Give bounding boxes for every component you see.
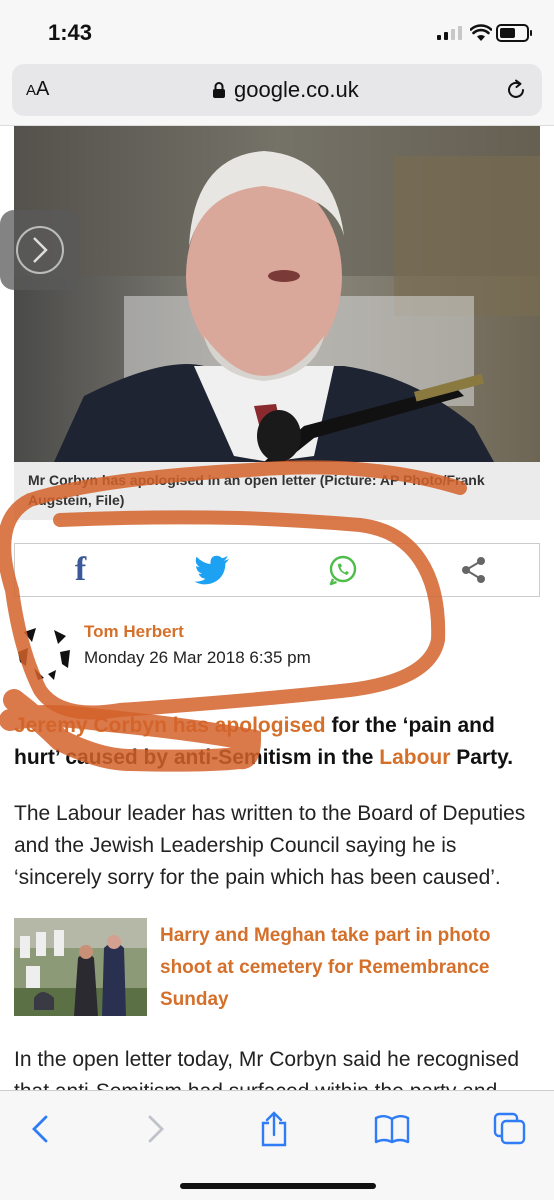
home-indicator[interactable] [180,1183,376,1189]
address-bar-container: AA google.co.uk [0,62,554,126]
share-sheet-icon [261,1111,287,1147]
lock-icon [213,82,225,98]
publish-date: Monday 26 Mar 2018 6:35 pm [84,648,311,667]
facebook-icon: f [74,551,87,588]
article-lede: Jeremy Corbyn has apologised for the ‘pa… [14,710,540,774]
more-share-button[interactable] [408,544,539,596]
bookmarks-button[interactable] [372,1109,412,1149]
url-text: google.co.uk [234,77,359,102]
tabs-button[interactable] [490,1109,530,1149]
whatsapp-icon [329,555,356,586]
share-sheet-button[interactable] [254,1109,294,1149]
status-time: 1:43 [48,20,93,45]
lede-link-apology[interactable]: Jeremy Corbyn has apologised [14,714,326,737]
back-button[interactable] [20,1109,60,1149]
chevron-right-icon [33,237,48,263]
author-byline: Tom Herbert Monday 26 Mar 2018 6:35 pm [14,618,540,688]
share-bar: f [14,543,540,597]
battery-icon [496,24,532,42]
twitter-share-button[interactable] [146,544,277,596]
article-paragraph-2: In the open letter today, Mr Corbyn said… [14,1044,540,1090]
forward-icon [148,1115,164,1143]
reload-icon[interactable] [504,78,528,102]
bookmarks-icon [374,1115,410,1144]
status-bar: 1:43 [0,0,554,62]
author-name-link[interactable]: Tom Herbert [84,622,184,642]
paragraph-2-line-2: that anti-Semitism had surfaced within t… [14,1076,540,1090]
article-hero-image [14,126,540,462]
image-caption: Mr Corbyn has apologised in an open lett… [14,462,540,520]
wifi-icon [470,24,492,41]
reader-options-button[interactable]: AA [26,78,49,101]
lede-text-2: Party. [450,746,514,769]
article-paragraph: The Labour leader has written to the Boa… [14,802,526,889]
related-article-title[interactable]: Harry and Meghan take part in photo shoo… [160,920,530,1016]
twitter-icon [194,555,229,585]
signal-icon [437,26,462,40]
facebook-share-button[interactable]: f [15,544,146,596]
back-icon [32,1115,48,1143]
address-bar[interactable]: AA google.co.uk [12,64,542,116]
related-article-thumbnail[interactable] [14,918,147,1016]
whatsapp-share-button[interactable] [277,544,408,596]
related-article-card[interactable]: Harry and Meghan take part in photo shoo… [14,918,540,1018]
tabs-icon [493,1112,526,1145]
url-display[interactable]: google.co.uk [212,77,359,103]
avatar [16,624,72,680]
lede-link-labour[interactable]: Labour [379,746,450,769]
forward-button[interactable] [136,1109,176,1149]
share-icon [461,557,485,583]
gallery-previous-button[interactable] [0,210,80,290]
paragraph-2-line-1: In the open letter today, Mr Corbyn said… [14,1048,520,1071]
